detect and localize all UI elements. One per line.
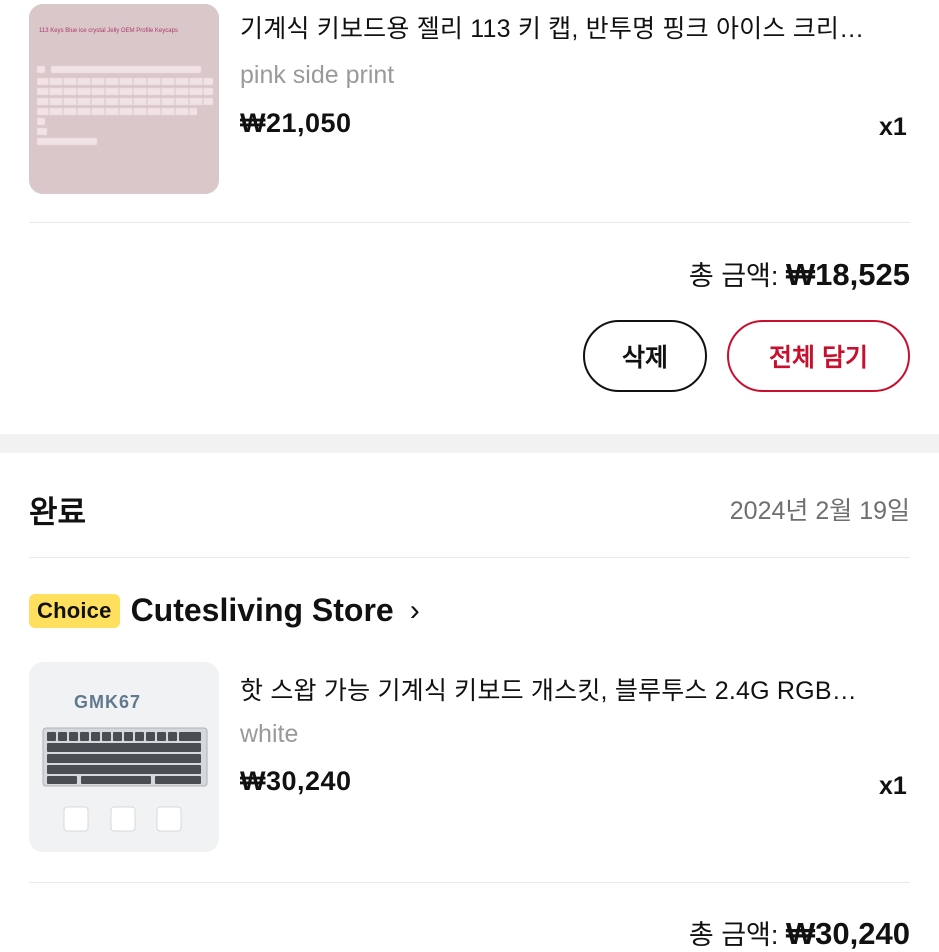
chevron-right-icon[interactable]: › (410, 594, 420, 628)
product-title[interactable]: 기계식 키보드용 젤리 113 키 캡, 반투명 핑크 아이스 크리… (240, 9, 910, 45)
store-link[interactable]: Choice Cutesliving Store › (29, 592, 420, 629)
thumb-brand: GMK67 (74, 692, 141, 712)
product-image-keycaps[interactable]: 113 Keys Blue ice crystal Jelly OEM Prof… (29, 4, 219, 194)
product-quantity: x1 (879, 772, 907, 800)
order-date: 2024년 2월 19일 (729, 497, 910, 525)
total-label: 총 금액: (688, 920, 779, 950)
divider (29, 222, 910, 223)
section-separator (0, 434, 939, 453)
total-label: 총 금액: (688, 261, 779, 291)
add-all-to-cart-button[interactable]: 전체 담기 (727, 320, 910, 392)
product-price: ₩21,050 (240, 108, 352, 138)
delete-button[interactable]: 삭제 (583, 320, 707, 392)
product-variant: white (240, 720, 299, 748)
product-quantity: x1 (879, 113, 907, 141)
choice-badge: Choice (29, 593, 120, 628)
store-name[interactable]: Cutesliving Store (131, 592, 394, 629)
divider (29, 882, 910, 883)
thumb-caption: 113 Keys Blue ice crystal Jelly OEM Prof… (39, 28, 178, 34)
order-total: 총 금액: ₩18,525 (689, 254, 910, 293)
order-total: 총 금액: ₩30,240 (689, 913, 910, 952)
product-variant: pink side print (240, 61, 395, 89)
keycaps-image: 113 Keys Blue ice crystal Jelly OEM Prof… (29, 4, 219, 194)
product-image-keyboard[interactable]: GMK67 (29, 662, 219, 852)
total-value: ₩18,525 (785, 257, 910, 292)
keyboard-image: GMK67 (29, 662, 219, 852)
product-price: ₩30,240 (240, 766, 352, 796)
order-status: 완료 (29, 495, 87, 530)
total-value: ₩30,240 (785, 916, 910, 951)
product-title[interactable]: 핫 스왑 가능 기계식 키보드 개스킷, 블루투스 2.4G RGB… (240, 671, 910, 707)
divider (29, 557, 910, 558)
